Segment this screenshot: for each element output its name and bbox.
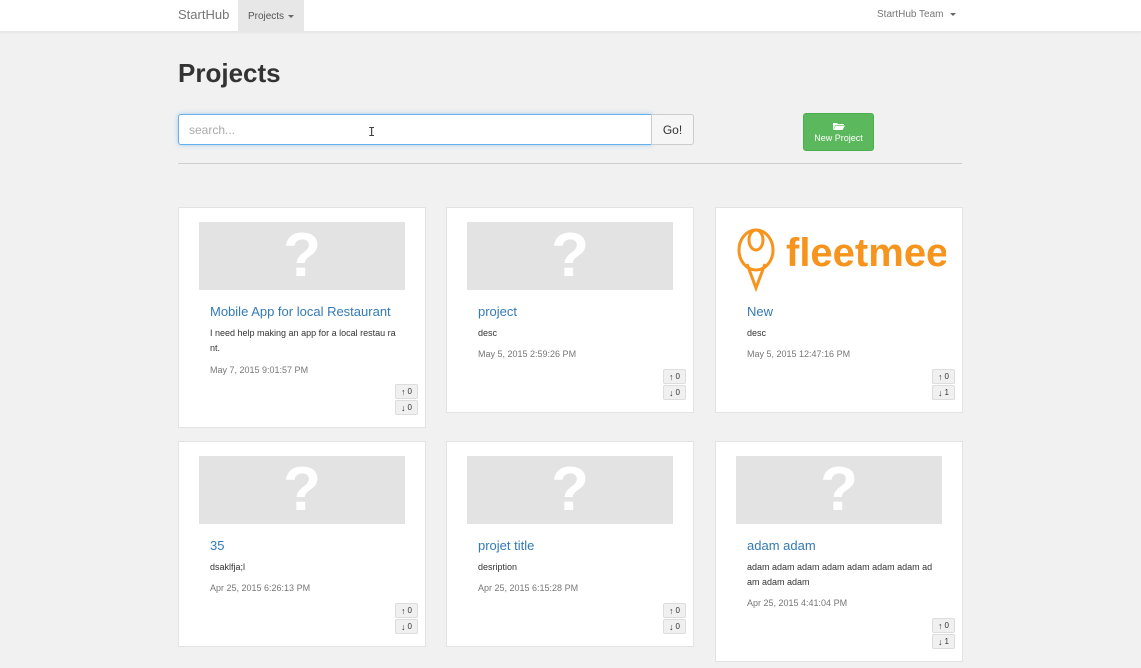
projects-dropdown-label: Projects (247, 10, 285, 22)
project-title-link[interactable]: New (747, 304, 773, 319)
arrow-down-icon: ↓ (938, 387, 943, 398)
arrow-up-icon: ↑ (401, 386, 406, 397)
question-mark-icon: ? (820, 456, 858, 524)
upvote-button[interactable]: ↑ 0 (932, 369, 955, 384)
upvote-count: 0 (675, 372, 680, 381)
project-date: Apr 25, 2015 6:15:28 PM (478, 583, 579, 593)
vote-group: ↑ 0 ↓ 0 (663, 369, 686, 401)
question-mark-icon: ? (551, 456, 589, 524)
question-mark-icon: ? (283, 456, 321, 524)
arrow-down-icon: ↓ (669, 621, 674, 632)
divider (178, 163, 962, 164)
arrow-up-icon: ↑ (401, 605, 406, 616)
upvote-count: 0 (407, 387, 412, 396)
arrow-up-icon: ↑ (669, 605, 674, 616)
question-mark-icon: ? (283, 222, 321, 290)
brand-link[interactable]: StartHub (178, 7, 229, 22)
arrow-up-icon: ↑ (938, 620, 943, 631)
downvote-count: 0 (675, 388, 680, 397)
project-title-link[interactable]: Mobile App for local Restaurant (210, 304, 391, 319)
project-title-link[interactable]: project (478, 304, 517, 319)
arrow-up-icon: ↑ (669, 371, 674, 382)
project-description: desc (478, 328, 498, 338)
upvote-count: 0 (944, 621, 949, 630)
project-card: ? Mobile App for local Restaurant I need… (178, 207, 426, 428)
fleetmeet-logo: fleetmeet (734, 220, 946, 292)
vote-group: ↑ 0 ↓ 0 (663, 603, 686, 635)
arrow-down-icon: ↓ (401, 621, 406, 632)
project-description: desc (747, 328, 767, 338)
project-image-placeholder: ? (467, 456, 673, 524)
navbar: StartHub Projects StartHub Team (0, 0, 1141, 32)
question-mark-icon: ? (551, 222, 589, 290)
caret-down-icon (950, 12, 957, 16)
upvote-button[interactable]: ↑ 0 (395, 603, 418, 618)
vote-group: ↑ 0 ↓ 0 (395, 384, 418, 416)
project-card: ? 35 dsaklfja;l Apr 25, 2015 6:26:13 PM … (178, 441, 426, 647)
upvote-count: 0 (944, 372, 949, 381)
folder-open-icon (832, 122, 845, 130)
vote-group: ↑ 0 ↓ 0 (395, 603, 418, 635)
team-dropdown-label: StartHub Team (877, 9, 944, 20)
project-title-link[interactable]: adam adam (747, 538, 816, 553)
search-input[interactable] (178, 114, 652, 145)
page-title: Projects (178, 58, 281, 88)
new-project-button[interactable]: New Project (803, 113, 874, 151)
new-project-label: New Project (814, 132, 863, 143)
project-card: fleetmeet New desc May 5, 2015 12:47:16 … (715, 207, 963, 413)
arrow-down-icon: ↓ (938, 636, 943, 647)
downvote-count: 1 (944, 388, 949, 397)
upvote-count: 0 (675, 606, 680, 615)
downvote-button[interactable]: ↓ 0 (395, 400, 418, 415)
arrow-up-icon: ↑ (938, 371, 943, 382)
arrow-down-icon: ↓ (401, 402, 406, 413)
project-description: I need help making an app for a local re… (210, 328, 396, 353)
project-image-placeholder: ? (736, 456, 942, 524)
upvote-button[interactable]: ↑ 0 (663, 369, 686, 384)
project-date: Apr 25, 2015 6:26:13 PM (210, 583, 311, 593)
downvote-count: 0 (407, 622, 412, 631)
project-card: ? adam adam adam adam adam adam adam ada… (715, 441, 963, 662)
projects-dropdown[interactable]: Projects (238, 0, 304, 32)
project-card: ? project desc May 5, 2015 2:59:26 PM ↑ 0… (446, 207, 694, 413)
upvote-button[interactable]: ↑ 0 (932, 618, 955, 633)
upvote-button[interactable]: ↑ 0 (663, 603, 686, 618)
project-date: Apr 25, 2015 4:41:04 PM (747, 598, 848, 608)
project-description: dsaklfja;l (210, 562, 246, 572)
go-button[interactable]: Go! (651, 114, 694, 145)
project-date: May 7, 2015 9:01:57 PM (210, 365, 309, 375)
downvote-count: 0 (407, 403, 412, 412)
caret-down-icon (288, 14, 295, 18)
project-image-placeholder: ? (467, 222, 673, 290)
arrow-down-icon: ↓ (669, 387, 674, 398)
downvote-button[interactable]: ↓ 0 (395, 619, 418, 634)
project-description: desription (478, 562, 518, 572)
project-title-link[interactable]: projet title (478, 538, 534, 553)
downvote-count: 1 (944, 637, 949, 646)
vote-group: ↑ 0 ↓ 1 (932, 369, 955, 401)
fleetmeet-logo-text: fleetmeet (786, 231, 946, 275)
project-card: ? projet title desription Apr 25, 2015 6… (446, 441, 694, 647)
downvote-button[interactable]: ↓ 1 (932, 385, 955, 400)
project-date: May 5, 2015 12:47:16 PM (747, 349, 851, 359)
fleetmeet-logo-image: fleetmeet (737, 228, 946, 292)
project-image-placeholder: ? (199, 456, 405, 524)
downvote-button[interactable]: ↓ 0 (663, 385, 686, 400)
downvote-count: 0 (675, 622, 680, 631)
upvote-button[interactable]: ↑ 0 (395, 384, 418, 399)
downvote-button[interactable]: ↓ 1 (932, 634, 955, 649)
project-description: adam adam adam adam adam adam adam adam … (747, 562, 933, 587)
project-image-placeholder: ? (199, 222, 405, 290)
project-date: May 5, 2015 2:59:26 PM (478, 349, 577, 359)
downvote-button[interactable]: ↓ 0 (663, 619, 686, 634)
project-title-link[interactable]: 35 (210, 538, 224, 553)
team-dropdown[interactable]: StartHub Team (877, 9, 957, 20)
vote-group: ↑ 0 ↓ 1 (932, 618, 955, 650)
text-cursor-icon: I (368, 125, 376, 139)
upvote-count: 0 (407, 606, 412, 615)
